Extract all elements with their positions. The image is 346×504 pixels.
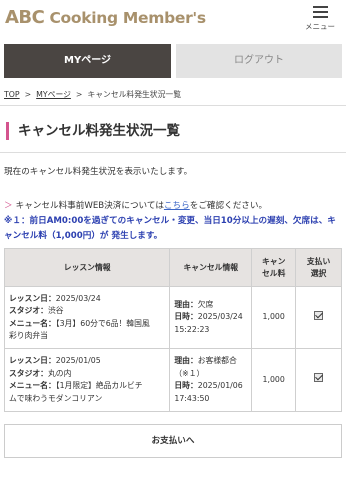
lesson-date-label: レッスン日： <box>9 293 56 303</box>
breadcrumb-mypage[interactable]: MYページ <box>36 90 71 99</box>
header-fee: キャン セル料 <box>251 248 297 287</box>
hamburger-menu-icon <box>313 6 328 18</box>
payment-note: ＞キャンセル料事前WEB決済についてはこちらをご確認ください。 <box>4 199 267 211</box>
menu-label: メニュー名： <box>9 318 56 328</box>
cancellation-warning: ※１：前日AM0:00を過ぎてのキャンセル・変更、当日10分以上の遅刻、欠席は、… <box>4 216 336 241</box>
cancel-date: 2025/03/24 <box>197 312 243 322</box>
cancel-date: 2025/01/06 <box>197 381 243 390</box>
studio: 丸の内 <box>47 368 72 378</box>
lesson-info-cell: レッスン日：2025/03/24 スタジオ：渋谷 メニュー名：【3月】60分で6… <box>3 286 171 349</box>
menu-button[interactable]: メニュー <box>302 4 338 34</box>
header-fee-line1: キャン <box>261 256 286 266</box>
tab-my-page[interactable]: MYページ <box>4 44 171 78</box>
menu-label: メニュー <box>305 22 335 31</box>
site-logo[interactable]: ABC Cooking Member's <box>5 7 206 28</box>
note-suffix: をご確認ください。 <box>189 201 268 211</box>
payment-select-cell <box>295 348 342 412</box>
header-fee-line2: セル料 <box>261 268 286 278</box>
header-cancel: キャンセル情報 <box>169 248 253 287</box>
payment-select-cell <box>295 286 342 349</box>
breadcrumb-separator: > <box>24 90 32 99</box>
studio-label: スタジオ： <box>9 306 48 315</box>
logo-text: Cooking Member's <box>44 9 206 27</box>
cancel-time: 15:22:23 <box>174 324 210 334</box>
lesson-date: 2025/03/24 <box>55 293 101 303</box>
payment-info-link[interactable]: こちら <box>164 201 190 211</box>
payment-checkbox[interactable] <box>314 310 324 320</box>
datetime-label: 日時： <box>174 381 198 390</box>
header-payment: 支払い 選択 <box>295 248 342 287</box>
arrow-icon: ＞ <box>4 201 13 211</box>
cancellation-table: レッスン情報 キャンセル情報 キャン セル料 支払い 選択 レッスン日：2025/0… <box>3 248 342 412</box>
cancel-info-cell: 理由：欠席 日時：2025/03/24 15:22:23 <box>169 286 253 349</box>
divider <box>0 152 346 153</box>
menu-name-cont: ムで味わうモダンコリアン <box>9 393 103 403</box>
reason: お客様都合 <box>197 356 237 365</box>
menu-name: 【1月限定】絶品カルビチ <box>55 381 143 390</box>
menu-label: メニュー名： <box>9 381 56 390</box>
intro-text: 現在のキャンセル料発生状況を表示いたします。 <box>4 167 193 177</box>
table-row: レッスン日：2025/01/05 スタジオ：丸の内 メニュー名：【1月限定】絶品… <box>3 348 342 412</box>
reason-note: （※１） <box>174 368 205 378</box>
reason-label: 理由： <box>174 356 198 365</box>
header-payment-line2: 選択 <box>310 268 327 278</box>
table-row: レッスン日：2025/03/24 スタジオ：渋谷 メニュー名：【3月】60分で6… <box>3 286 342 349</box>
reason: 欠席 <box>197 299 214 309</box>
site-header: ABC Cooking Member's メニュー <box>0 0 346 38</box>
breadcrumb-current: キャンセル料発生状況一覧 <box>87 90 181 99</box>
header-lesson: レッスン情報 <box>3 248 171 287</box>
proceed-to-payment-button[interactable]: お支払いへ <box>4 424 342 458</box>
fee-cell: 1,000 <box>251 286 297 349</box>
lesson-date-label: レッスン日： <box>9 356 56 365</box>
note-prefix: キャンセル料事前WEB決済については <box>15 201 164 211</box>
studio: 渋谷 <box>47 306 64 315</box>
cancel-info-cell: 理由：お客様都合 （※１） 日時：2025/01/06 17:43:50 <box>169 348 253 412</box>
tab-logout[interactable]: ログアウト <box>176 44 342 78</box>
studio-label: スタジオ： <box>9 368 48 378</box>
breadcrumb-top[interactable]: TOP <box>4 90 20 99</box>
lesson-date: 2025/01/05 <box>55 356 101 365</box>
logo-abc: ABC <box>5 7 45 28</box>
page-title: キャンセル料発生状況一覧 <box>6 122 180 140</box>
menu-name-cont: 彩り肉弁当 <box>9 331 48 340</box>
table-header-row: レッスン情報 キャンセル情報 キャンセル料 支払い選択 <box>3 248 342 287</box>
lesson-info-cell: レッスン日：2025/01/05 スタジオ：丸の内 メニュー名：【1月限定】絶品… <box>3 348 171 412</box>
breadcrumb-separator: > <box>75 90 83 99</box>
fee-cell: 1,000 <box>251 348 297 412</box>
account-nav: MYページ ログアウト <box>4 44 342 78</box>
reason-label: 理由： <box>174 299 198 309</box>
header-payment-line1: 支払い <box>306 256 331 266</box>
payment-checkbox[interactable] <box>314 373 324 383</box>
divider <box>0 105 346 106</box>
datetime-label: 日時： <box>174 312 198 322</box>
breadcrumb: TOP > MYページ > キャンセル料発生状況一覧 <box>4 89 181 100</box>
menu-name: 【3月】60分で6品！韓国風 <box>55 318 150 328</box>
cancel-time: 17:43:50 <box>174 393 210 403</box>
